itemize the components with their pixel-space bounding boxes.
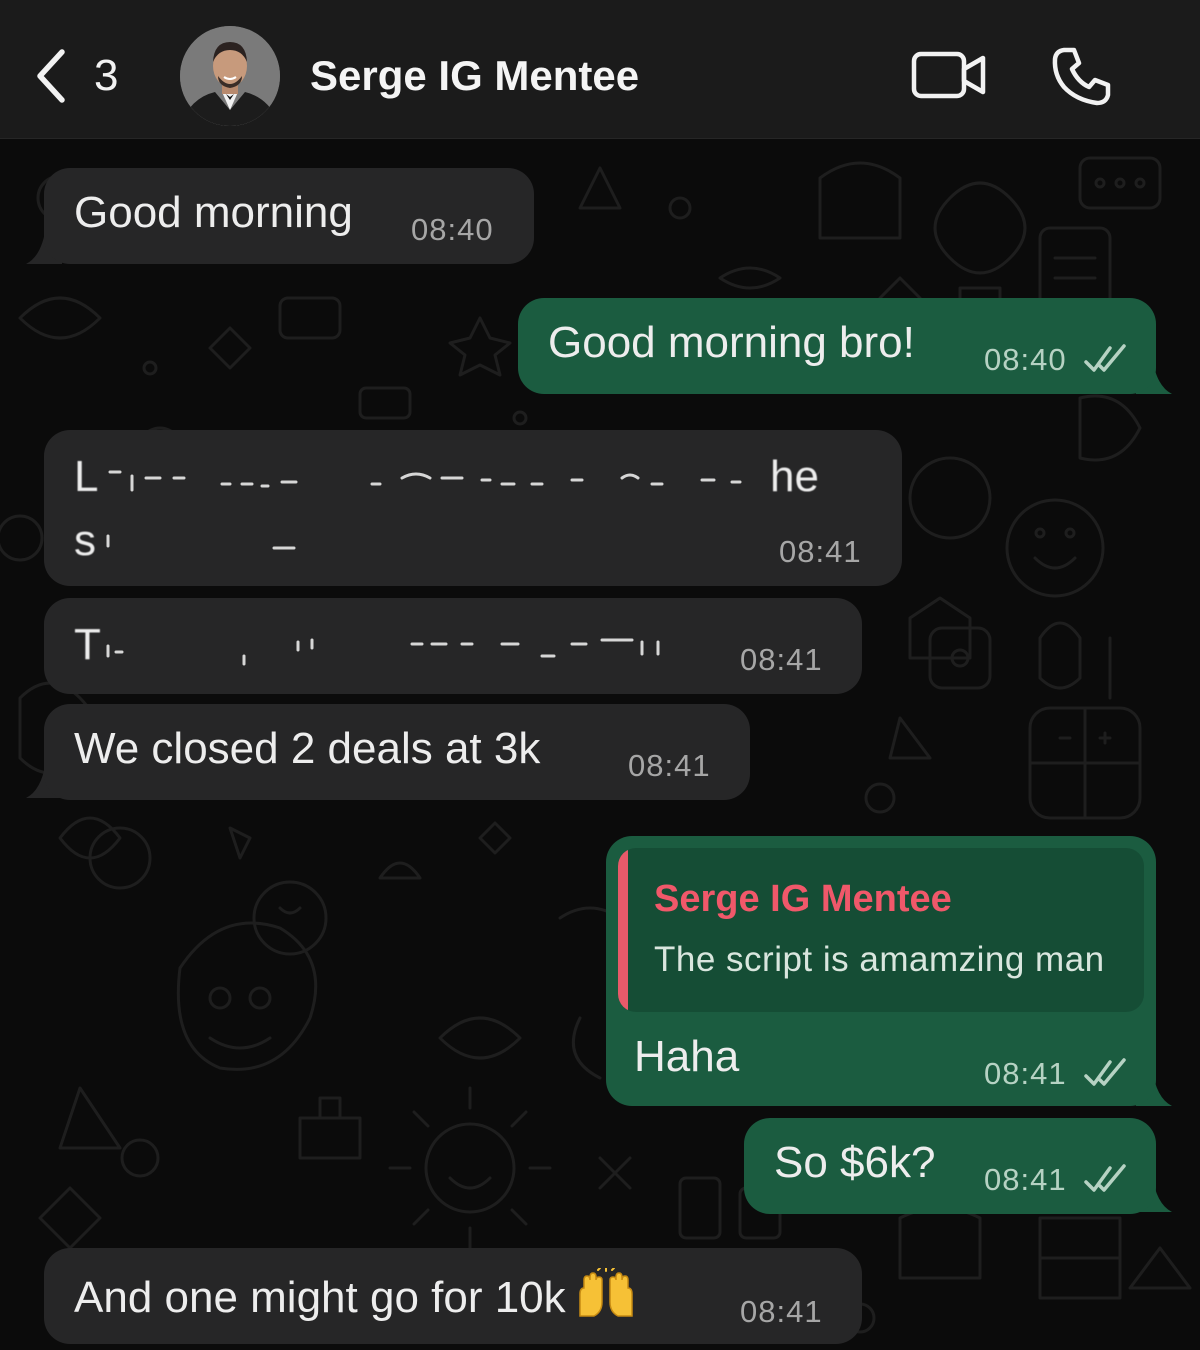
message-text: Good morning — [74, 188, 353, 237]
message-bubble-outgoing[interactable]: Good morning bro! 08:40 — [518, 298, 1156, 394]
message-text: Haha — [634, 1032, 740, 1081]
read-receipt-icon — [1084, 344, 1126, 372]
contact-photo — [180, 26, 280, 126]
message-bubble-incoming-redacted[interactable]: L he s 08:41 — [44, 430, 902, 586]
message-time: 08:41 — [740, 642, 823, 677]
redacted-text — [108, 470, 742, 492]
message-time: 08:40 — [411, 212, 494, 247]
unread-count: 3 — [94, 51, 119, 100]
message-bubble-outgoing[interactable]: So $6k? 08:41 — [744, 1118, 1156, 1214]
quote-text: The script is amamzing man — [654, 940, 1105, 979]
message-bubble-incoming[interactable]: And one might go for 10k 08:41 — [44, 1248, 862, 1344]
quote-author: Serge IG Mentee — [654, 878, 952, 920]
read-receipt-icon — [1084, 1164, 1126, 1192]
message-time: 08:41 — [984, 1056, 1067, 1091]
back-button[interactable]: 3 — [32, 46, 142, 106]
quote-accent-bar — [618, 848, 628, 1012]
message-text: So $6k? — [774, 1138, 936, 1187]
redacted-text — [106, 534, 296, 550]
message-time: 08:41 — [779, 534, 862, 569]
message-text-fragment: he — [770, 452, 819, 501]
raising-hands-emoji — [578, 1268, 633, 1317]
video-camera-icon[interactable] — [910, 48, 988, 102]
message-bubble-outgoing-reply[interactable]: Serge IG Mentee The script is amamzing m… — [606, 836, 1156, 1106]
message-text-content: And one might go for 10k — [74, 1273, 566, 1322]
read-receipt-icon — [1084, 1058, 1126, 1086]
message-time: 08:41 — [740, 1294, 823, 1329]
message-bubble-incoming[interactable]: We closed 2 deals at 3k 08:41 — [44, 704, 750, 800]
message-time: 08:41 — [984, 1162, 1067, 1197]
message-time: 08:40 — [984, 342, 1067, 377]
message-text: And one might go for 10k — [74, 1268, 636, 1325]
redacted-text — [106, 638, 660, 666]
chevron-left-icon — [37, 49, 65, 103]
avatar[interactable] — [180, 26, 280, 126]
message-bubble-incoming[interactable]: Good morning 08:40 — [44, 168, 534, 264]
contact-name[interactable]: Serge IG Mentee — [310, 48, 639, 104]
chat-header: 3 Serge IG Mentee — [0, 0, 1200, 138]
message-text-fragment: s — [74, 516, 96, 565]
message-text-fragment: T — [74, 620, 101, 669]
message-text-fragment: L — [74, 452, 99, 501]
phone-icon[interactable] — [1050, 44, 1114, 108]
chat-screen: 3 Serge IG Mentee Good morning 08:40 Goo… — [0, 0, 1200, 1350]
message-text: Good morning bro! — [548, 318, 915, 367]
quoted-message[interactable]: Serge IG Mentee The script is amamzing m… — [618, 848, 1144, 1012]
message-time: 08:41 — [628, 748, 711, 783]
message-bubble-incoming-redacted[interactable]: T 08:41 — [44, 598, 862, 694]
message-text: We closed 2 deals at 3k — [74, 724, 541, 773]
